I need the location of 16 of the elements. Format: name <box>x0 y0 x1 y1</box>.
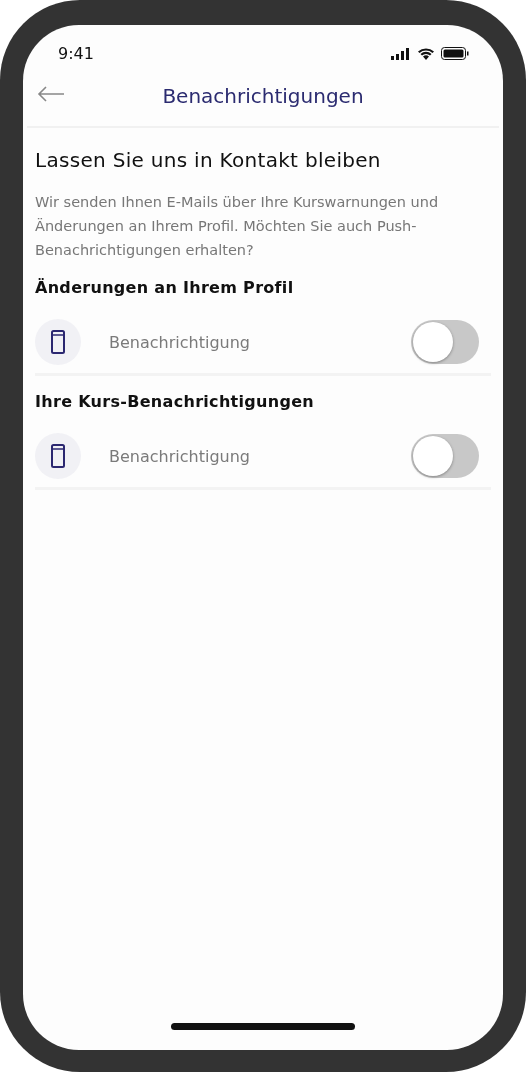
phone-icon <box>35 433 81 479</box>
toggle-switch[interactable] <box>411 434 479 478</box>
section-title: Ihre Kurs-Benachrichtigungen <box>35 392 316 411</box>
row-label: Benachrichtigung <box>109 446 251 466</box>
wifi-icon <box>417 47 435 60</box>
section-title: Änderungen an Ihrem Profil <box>35 278 295 297</box>
screen-title: Benachrichtigungen <box>162 84 364 108</box>
back-button[interactable] <box>37 86 65 102</box>
intro-text: Wir senden Ihnen E-Mails über Ihre Kurswarnungen und Änderungen an Ihrem Profil. Möchten Sie auch Push-Benachrichtigungen erhalten? <box>35 193 440 260</box>
row-label: Benachrichtigung <box>109 332 251 352</box>
status-time: 9:41 <box>58 44 94 63</box>
intro-heading: Lassen Sie uns in Kontakt bleiben <box>35 148 382 172</box>
battery-icon <box>441 47 469 60</box>
signal-icon <box>391 47 411 60</box>
toggle-switch[interactable] <box>411 320 479 364</box>
phone-icon <box>35 319 81 365</box>
